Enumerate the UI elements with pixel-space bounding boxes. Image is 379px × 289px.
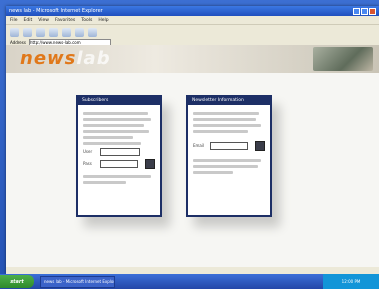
favorites-icon[interactable]	[88, 27, 97, 37]
start-button[interactable]: start	[0, 275, 34, 288]
site-banner: newslab	[6, 45, 379, 73]
pass-row: Pass	[83, 159, 155, 169]
title-bar: news lab - Microsoft Internet Explorer	[6, 6, 379, 16]
menu-tools[interactable]: Tools	[81, 18, 92, 23]
stop-icon[interactable]	[36, 27, 45, 37]
login-panel-footer	[83, 175, 155, 184]
user-input[interactable]	[100, 148, 140, 156]
newsletter-go-button[interactable]	[255, 141, 265, 151]
back-icon[interactable]	[10, 27, 19, 37]
pass-input[interactable]	[99, 160, 139, 168]
system-tray-clock: 12:00 PM	[323, 274, 379, 289]
email-row: Email	[193, 141, 265, 151]
login-panel-header: Subscribers	[78, 97, 160, 105]
search-icon[interactable]	[75, 27, 84, 37]
maximize-icon[interactable]	[361, 7, 368, 15]
email-label: Email	[193, 143, 205, 148]
refresh-icon[interactable]	[49, 27, 58, 37]
email-input[interactable]	[209, 142, 249, 150]
newsletter-panel-header: Newsletter Information	[188, 97, 270, 105]
menu-bar: File Edit View Favorites Tools Help	[6, 16, 379, 24]
menu-view[interactable]: View	[38, 18, 49, 23]
login-panel-text	[83, 112, 155, 145]
user-label: User	[83, 149, 93, 154]
newsletter-panel-text	[193, 112, 265, 133]
login-panel: Subscribers User Pass	[76, 95, 162, 217]
pass-label: Pass	[83, 161, 92, 166]
logo-secondary: lab	[76, 48, 111, 69]
user-row: User	[83, 148, 155, 156]
menu-help[interactable]: Help	[98, 18, 108, 23]
newsletter-panel: Newsletter Information Email	[186, 95, 272, 217]
browser-window: news lab - Microsoft Internet Explorer F…	[6, 6, 379, 274]
banner-image	[313, 47, 373, 71]
toolbar	[6, 24, 379, 39]
menu-file[interactable]: File	[10, 18, 18, 23]
taskbar-item-browser[interactable]: news lab - Microsoft Internet Explorer	[40, 275, 115, 288]
menu-favorites[interactable]: Favorites	[55, 18, 75, 23]
menu-edit[interactable]: Edit	[24, 18, 33, 23]
newsletter-panel-body: Email	[188, 105, 270, 181]
window-title: news lab - Microsoft Internet Explorer	[9, 8, 103, 14]
home-icon[interactable]	[62, 27, 71, 37]
login-panel-body: User Pass	[78, 105, 160, 191]
close-icon[interactable]	[369, 7, 376, 15]
newsletter-panel-footer	[193, 159, 265, 174]
logo-main: news	[20, 48, 77, 69]
minimize-icon[interactable]	[353, 7, 360, 15]
page-content: newslab Subscribers User Pass Newsletter…	[6, 45, 379, 267]
taskbar: start news lab - Microsoft Internet Expl…	[0, 274, 379, 289]
window-controls	[353, 7, 376, 15]
site-logo[interactable]: newslab	[20, 48, 111, 69]
forward-icon[interactable]	[23, 27, 32, 37]
login-go-button[interactable]	[145, 159, 155, 169]
